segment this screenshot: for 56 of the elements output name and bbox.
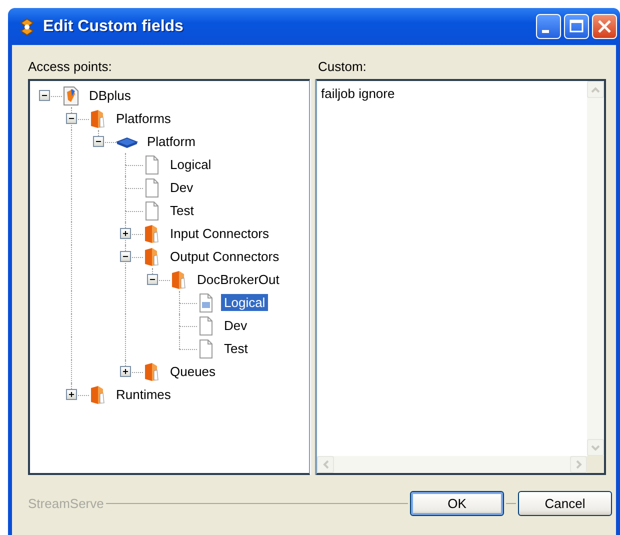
folder-icon — [143, 224, 161, 244]
document-icon — [143, 200, 161, 220]
collapse-toggle[interactable] — [39, 90, 50, 101]
expand-toggle[interactable] — [120, 366, 131, 377]
access-points-label: Access points: — [28, 59, 113, 76]
plus-icon — [121, 367, 130, 376]
minimize-icon — [542, 30, 549, 33]
plus-icon — [121, 229, 130, 238]
tree-item[interactable]: DocBrokerOut — [194, 271, 282, 288]
document-icon — [143, 178, 161, 198]
tree-item[interactable]: Logical — [167, 156, 214, 173]
tree-item[interactable]: Test — [221, 340, 251, 357]
expand-toggle[interactable] — [120, 228, 131, 239]
caret-up-icon — [591, 86, 600, 92]
caret-down-icon — [591, 444, 600, 450]
document-icon — [197, 316, 215, 336]
tree-item[interactable]: Runtimes — [113, 386, 174, 403]
collapse-toggle[interactable] — [66, 113, 77, 124]
cancel-button[interactable]: Cancel — [518, 490, 612, 516]
window-title: Edit Custom fields — [43, 18, 184, 36]
tree-item[interactable]: Output Connectors — [167, 248, 282, 265]
brand-label: StreamServe — [28, 496, 104, 510]
plus-icon — [67, 390, 76, 399]
document-icon — [197, 292, 215, 312]
collapse-toggle[interactable] — [93, 136, 104, 147]
custom-text-area[interactable]: failjob ignore — [316, 79, 606, 475]
folder-icon — [143, 246, 161, 266]
document-icon — [143, 154, 161, 174]
custom-text: failjob ignore — [320, 85, 396, 103]
tree-item[interactable]: Input Connectors — [167, 225, 272, 242]
tree-item[interactable]: Dev — [221, 317, 250, 334]
tree-item[interactable]: Platform — [144, 133, 198, 150]
maximize-button[interactable] — [564, 14, 589, 39]
tree-item[interactable]: Logical — [221, 294, 268, 311]
collapse-toggle[interactable] — [147, 274, 158, 285]
expand-toggle[interactable] — [66, 389, 77, 400]
folder-icon — [89, 384, 107, 404]
database-document-icon — [62, 86, 80, 106]
tree-item[interactable]: Platforms — [113, 110, 174, 127]
tree-item[interactable]: Dev — [167, 179, 196, 196]
folder-icon — [89, 108, 107, 128]
minimize-button[interactable] — [536, 14, 561, 39]
tree-item[interactable]: Test — [167, 202, 197, 219]
scrollbar-corner — [587, 456, 604, 473]
caret-left-icon — [322, 460, 328, 469]
folder-icon — [143, 362, 161, 382]
close-button[interactable] — [592, 14, 617, 39]
custom-label: Custom: — [318, 59, 366, 76]
folder-icon — [170, 270, 188, 290]
tree-item[interactable]: DBplus — [86, 87, 134, 104]
caret-right-icon — [576, 460, 582, 469]
document-icon — [197, 338, 215, 358]
collapse-toggle[interactable] — [120, 251, 131, 262]
tree-item[interactable]: Queues — [167, 363, 219, 380]
ok-button[interactable]: OK — [410, 490, 504, 516]
app-icon — [18, 18, 36, 36]
